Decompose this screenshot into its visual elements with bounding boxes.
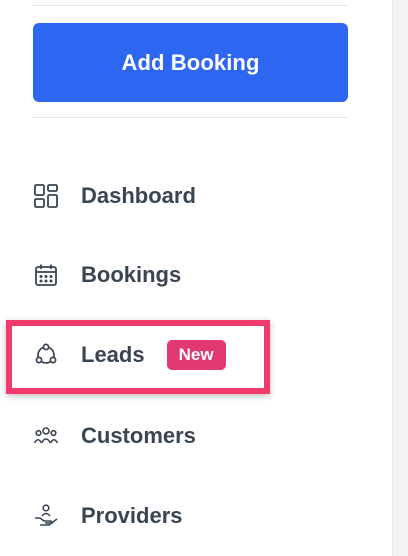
sidebar-item-label: Dashboard (81, 183, 196, 208)
content-edge (392, 0, 408, 556)
customers-icon (33, 423, 59, 449)
dashboard-icon (33, 183, 59, 209)
calendar-icon (33, 262, 59, 288)
sidebar-item-customers[interactable]: Customers (33, 416, 373, 456)
new-badge: New (166, 340, 226, 370)
providers-icon (33, 503, 59, 529)
sidebar-item-leads[interactable]: Leads New (33, 335, 373, 375)
sidebar-item-label: Bookings (81, 262, 182, 287)
sidebar-item-providers[interactable]: Providers (33, 496, 373, 536)
add-booking-button[interactable]: Add Booking (33, 23, 348, 102)
section-divider (33, 117, 348, 118)
sidebar-item-label: Customers (81, 423, 196, 448)
sidebar-item-dashboard[interactable]: Dashboard (33, 176, 373, 216)
sidebar-item-bookings[interactable]: Bookings (33, 255, 373, 295)
sidebar-item-label: Providers (81, 503, 183, 528)
leads-icon (33, 342, 59, 368)
sidebar-item-label: Leads (81, 342, 145, 367)
top-divider (33, 5, 348, 6)
